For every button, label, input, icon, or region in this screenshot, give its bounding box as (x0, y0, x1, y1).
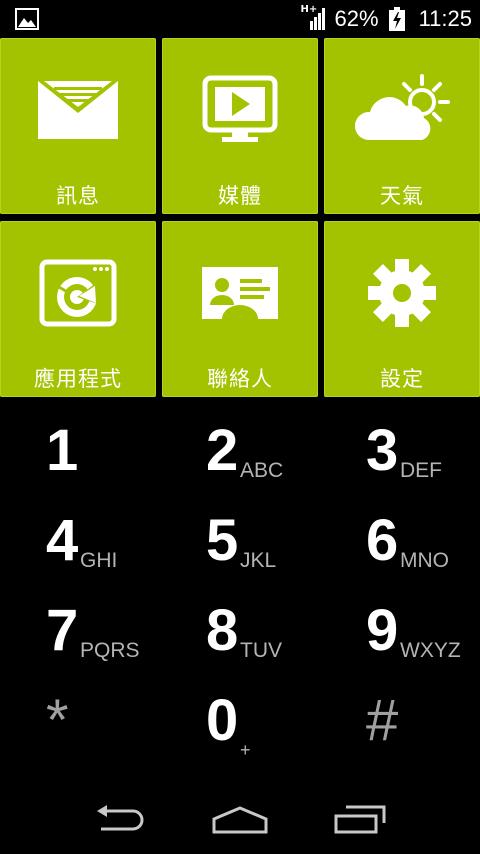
tile-label: 訊息 (56, 184, 100, 208)
recent-apps-button[interactable] (330, 802, 390, 838)
tile-media[interactable]: 媒體 (162, 38, 318, 214)
battery-percent: 62% (334, 6, 379, 31)
tile-weather[interactable]: 天氣 (324, 38, 480, 214)
key-digit: 2 (206, 418, 239, 483)
contacts-icon (202, 267, 278, 319)
key-digit: 6 (366, 508, 399, 573)
message-icon (38, 81, 118, 139)
key-letters: DEF (400, 459, 442, 482)
key-letters: MNO (400, 549, 449, 572)
tile-label: 媒體 (218, 184, 262, 208)
back-icon (97, 805, 144, 831)
tile-contacts[interactable]: 聯絡人 (162, 221, 318, 397)
status-bar: H+ 62% 11:25 (0, 0, 480, 38)
key-digit: 0 (206, 688, 239, 753)
battery-charging-icon (388, 7, 405, 31)
key-digit: 4 (46, 508, 79, 573)
dial-key-hash[interactable]: # (320, 688, 480, 778)
tile-settings[interactable]: 設定 (324, 221, 480, 397)
image-icon (15, 8, 39, 30)
key-digit: 7 (46, 598, 79, 663)
key-digit: 1 (46, 418, 79, 483)
key-letters: JKL (240, 549, 277, 572)
media-player-icon (202, 75, 278, 142)
dial-key-6[interactable]: 6 MNO (320, 508, 480, 598)
tile-label: 應用程式 (34, 367, 122, 391)
navigation-bar (0, 790, 480, 854)
key-digit: 5 (206, 508, 239, 573)
dial-key-4[interactable]: 4 GHI (0, 508, 160, 598)
apps-icon (39, 259, 117, 327)
key-letters: PQRS (80, 639, 140, 662)
tile-apps[interactable]: 應用程式 (0, 221, 156, 397)
dial-key-1[interactable]: 1 (0, 418, 160, 508)
gear-icon (368, 259, 436, 327)
status-indicators: H+ 62% 11:25 (301, 0, 472, 38)
key-digit: 9 (366, 598, 399, 663)
clock: 11:25 (418, 6, 472, 31)
key-digit: # (366, 688, 399, 753)
key-letters: ABC (240, 459, 284, 482)
dial-key-8[interactable]: 8 TUV (160, 598, 320, 688)
signal-icon: H+ (301, 4, 327, 31)
key-digit: 8 (206, 598, 239, 663)
dial-key-9[interactable]: 9 WXYZ (320, 598, 480, 688)
tile-label: 天氣 (380, 184, 424, 208)
recent-apps-icon (334, 805, 386, 834)
dial-key-3[interactable]: 3 DEF (320, 418, 480, 508)
home-button[interactable] (210, 802, 270, 838)
weather-icon (354, 74, 450, 140)
key-letters: GHI (80, 549, 118, 572)
dial-key-star[interactable]: * (0, 688, 160, 778)
dial-key-5[interactable]: 5 JKL (160, 508, 320, 598)
key-digit: 3 (366, 418, 399, 483)
key-letters: WXYZ (400, 639, 461, 662)
tile-messages[interactable]: 訊息 (0, 38, 156, 214)
key-letters: TUV (240, 639, 282, 662)
dial-key-7[interactable]: 7 PQRS (0, 598, 160, 688)
home-icon (212, 806, 268, 834)
key-letters: + (240, 740, 251, 760)
dial-key-2[interactable]: 2 ABC (160, 418, 320, 508)
tile-label: 設定 (380, 367, 424, 391)
dial-key-0[interactable]: 0 + (160, 688, 320, 778)
tile-label: 聯絡人 (207, 367, 273, 391)
dial-pad: 1 2 ABC 3 DEF 4 GHI 5 JKL 6 MNO 7 PQRS 8… (0, 418, 480, 778)
back-button[interactable] (90, 802, 150, 838)
key-digit: * (46, 688, 69, 753)
